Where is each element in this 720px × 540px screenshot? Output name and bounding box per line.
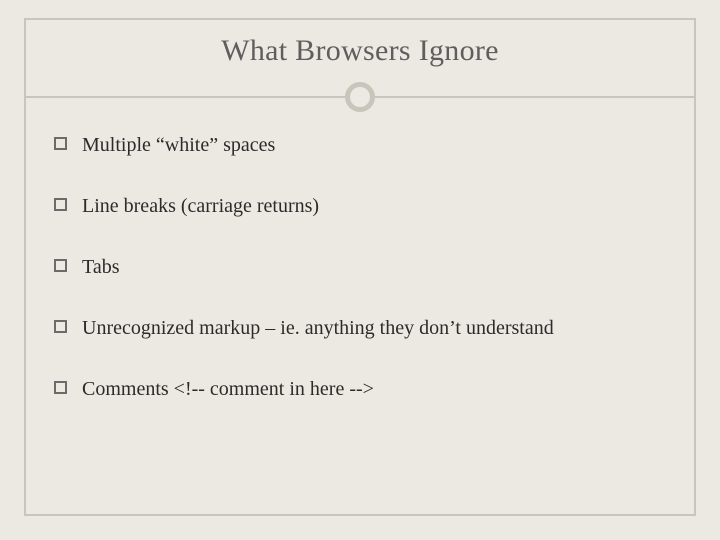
bullet-list: Multiple “white” spaces Line breaks (car… bbox=[54, 132, 666, 403]
list-item: Comments <!-- comment in here --> bbox=[54, 376, 666, 403]
divider-circle-icon bbox=[345, 82, 375, 112]
list-item: Multiple “white” spaces bbox=[54, 132, 666, 159]
slide: What Browsers Ignore Multiple “white” sp… bbox=[0, 0, 720, 540]
title-divider bbox=[54, 78, 666, 118]
bullet-text: Line breaks (carriage returns) bbox=[82, 195, 319, 217]
slide-frame: What Browsers Ignore Multiple “white” sp… bbox=[24, 18, 696, 516]
checkbox-icon bbox=[54, 320, 67, 333]
checkbox-icon bbox=[54, 137, 67, 150]
slide-title: What Browsers Ignore bbox=[54, 34, 666, 68]
bullet-text: Comments <!-- comment in here --> bbox=[82, 378, 374, 400]
checkbox-icon bbox=[54, 381, 67, 394]
checkbox-icon bbox=[54, 198, 67, 211]
bullet-text: Multiple “white” spaces bbox=[82, 134, 275, 156]
list-item: Tabs bbox=[54, 254, 666, 281]
bullet-text: Unrecognized markup – ie. anything they … bbox=[82, 317, 554, 339]
checkbox-icon bbox=[54, 259, 67, 272]
list-item: Line breaks (carriage returns) bbox=[54, 193, 666, 220]
list-item: Unrecognized markup – ie. anything they … bbox=[54, 315, 666, 342]
bullet-text: Tabs bbox=[82, 256, 119, 278]
